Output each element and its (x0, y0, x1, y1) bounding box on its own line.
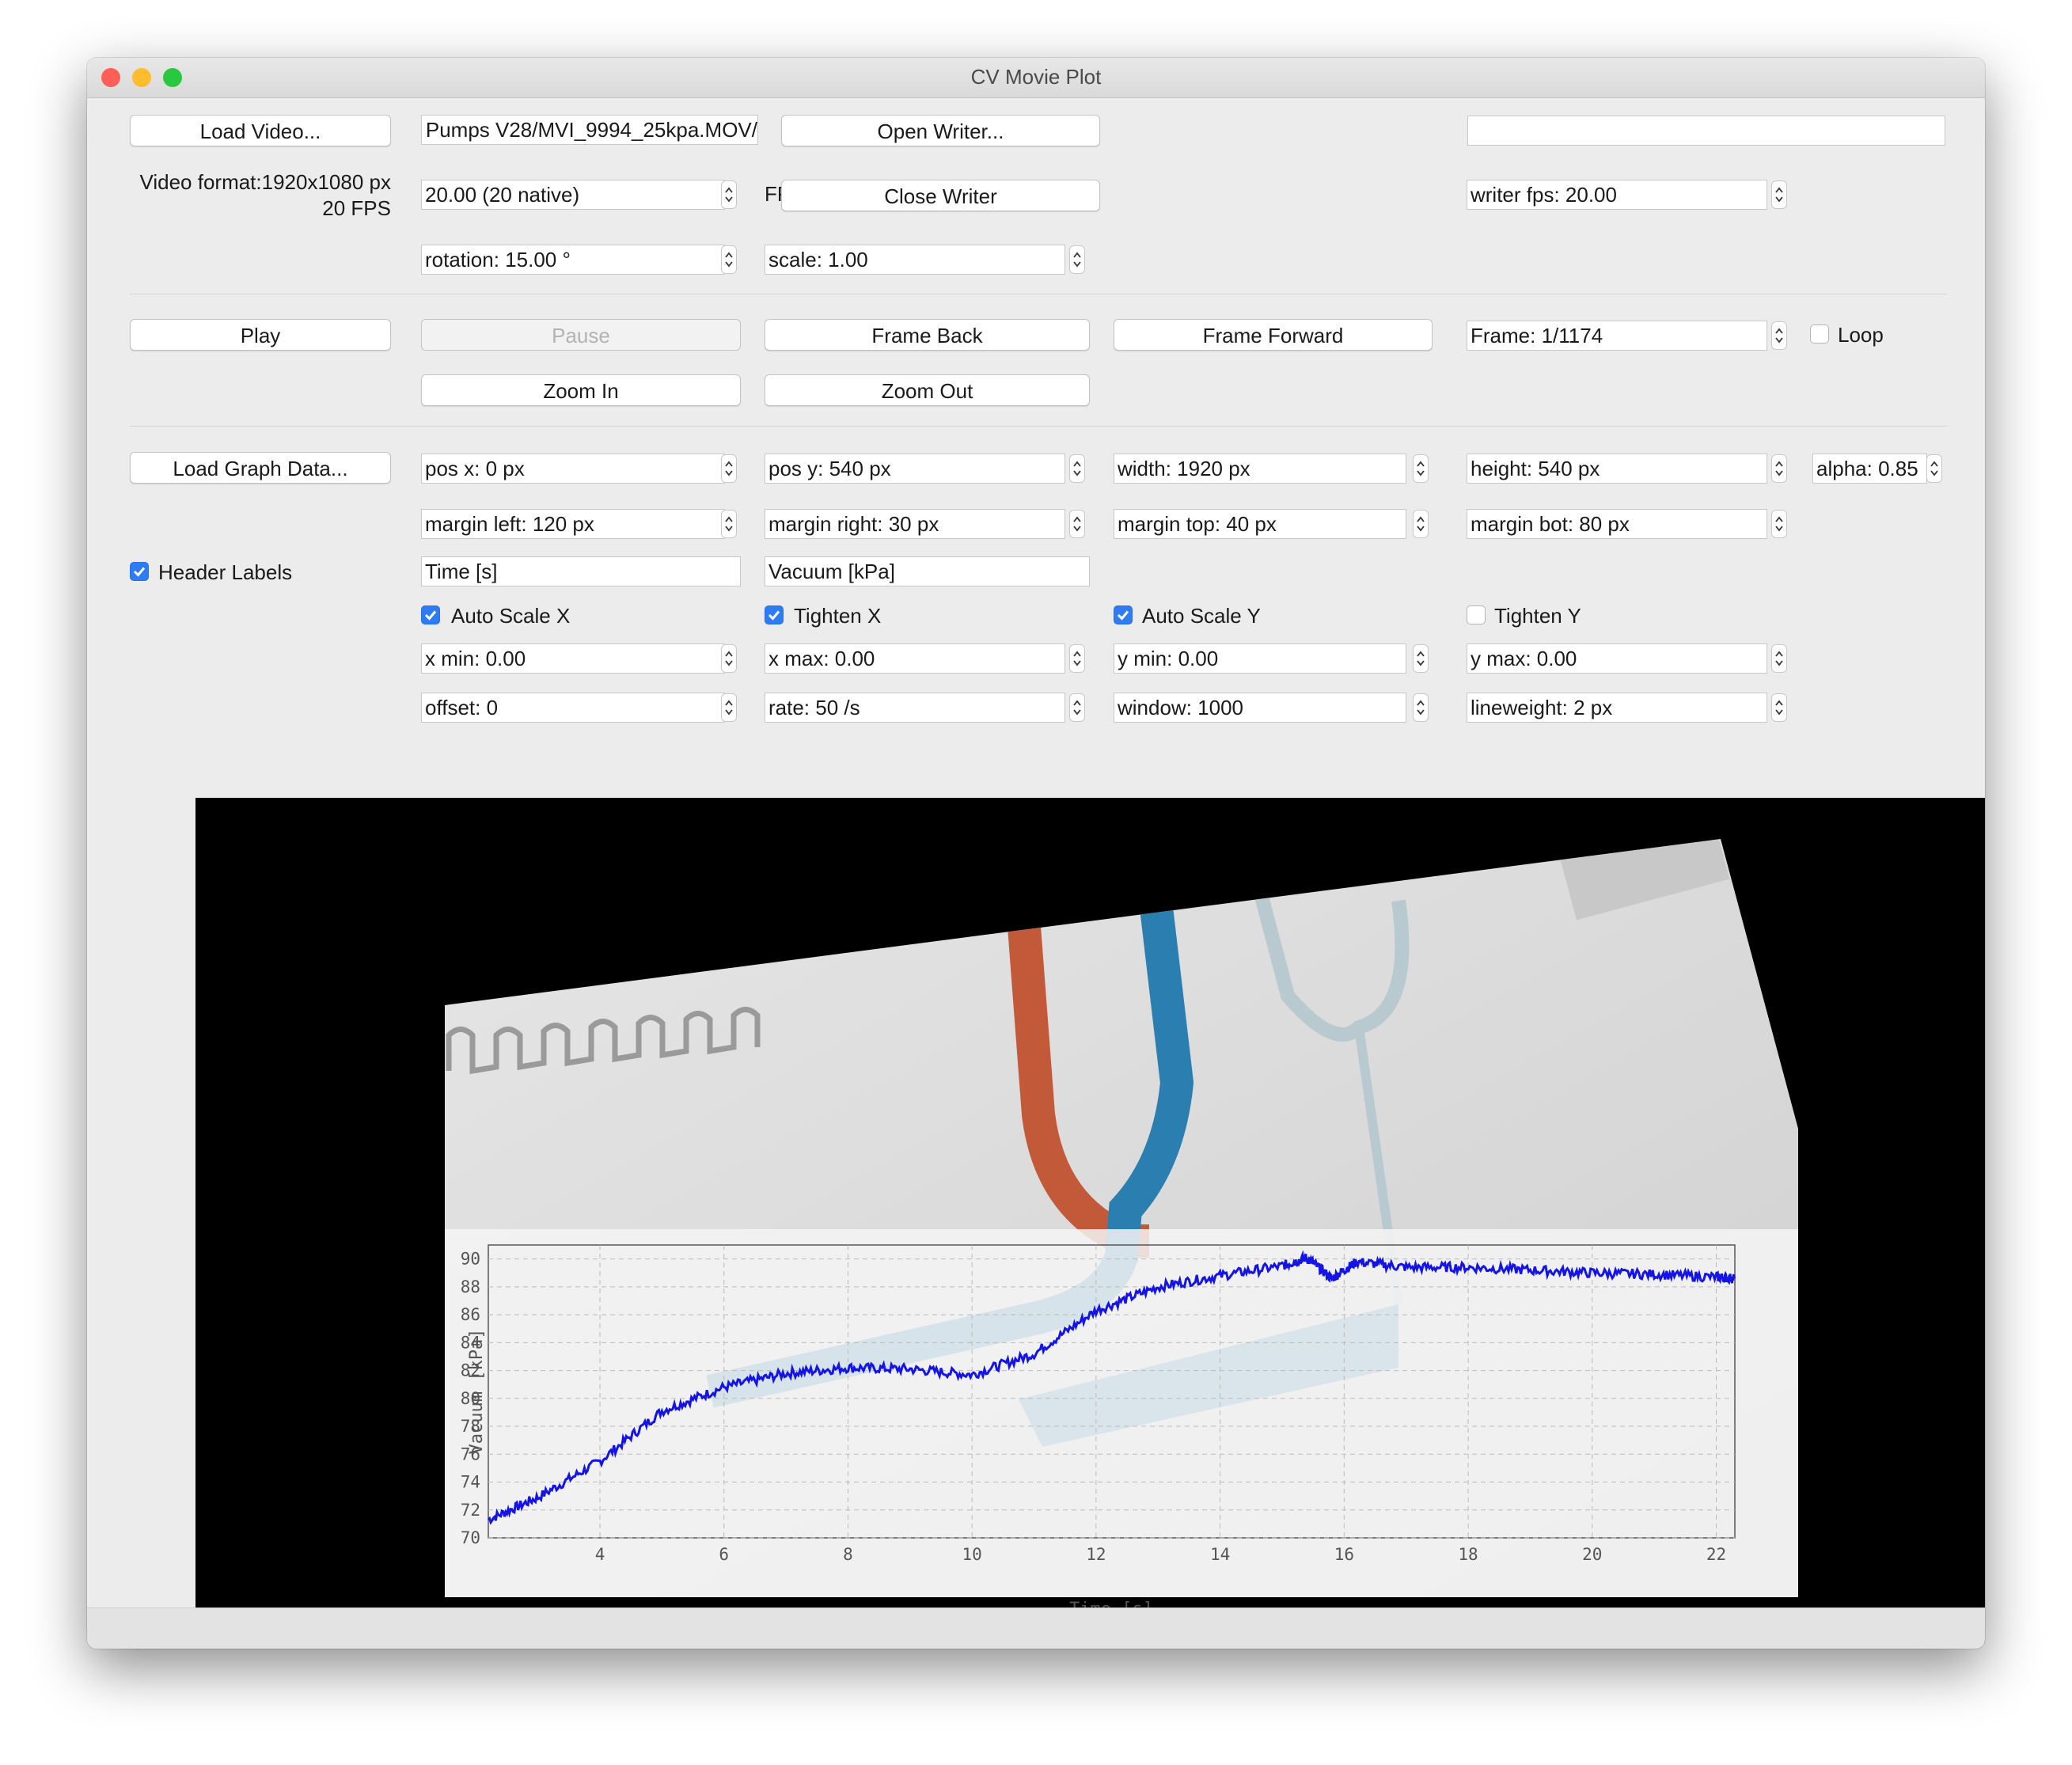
margin-right-field[interactable]: margin right: 30 px (765, 509, 1065, 539)
video-format-label: Video format:1920x1080 px (139, 170, 391, 194)
load-graph-data-button[interactable]: Load Graph Data... (130, 452, 391, 484)
pos-x-field[interactable]: pos x: 0 px (421, 454, 725, 484)
lineweight-field[interactable]: lineweight: 2 px (1467, 693, 1767, 723)
window-stepper[interactable] (1413, 693, 1429, 722)
x-tick-label: 6 (719, 1545, 729, 1564)
alpha-field[interactable]: alpha: 0.85 (1812, 454, 1927, 484)
x-tick-label: 12 (1086, 1545, 1106, 1564)
loop-checkbox[interactable] (1810, 325, 1829, 344)
header-labels-label: Header Labels (158, 560, 293, 584)
x-min-stepper[interactable] (721, 644, 737, 673)
x-tick-label: 18 (1458, 1545, 1478, 1564)
width-stepper[interactable] (1413, 454, 1429, 483)
auto-scale-x-checkbox[interactable] (421, 605, 440, 624)
offset-stepper[interactable] (721, 693, 737, 722)
writer-fps-stepper[interactable] (1771, 180, 1787, 209)
y-max-stepper[interactable] (1771, 644, 1787, 673)
y-axis-label: Vacuum [kPa] (467, 1329, 487, 1455)
close-writer-button[interactable]: Close Writer (781, 180, 1100, 211)
y-label-field[interactable]: Vacuum [kPa] (765, 556, 1090, 586)
scale-stepper[interactable] (1069, 245, 1085, 274)
height-stepper[interactable] (1771, 454, 1787, 483)
margin-bot-field[interactable]: margin bot: 80 px (1467, 509, 1767, 539)
y-tick-label: 86 (461, 1305, 480, 1324)
writer-path-field[interactable] (1467, 116, 1945, 146)
rotation-field[interactable]: rotation: 15.00 ° (421, 245, 725, 275)
x-min-field[interactable]: x min: 0.00 (421, 643, 725, 674)
x-tick-label: 14 (1210, 1545, 1230, 1564)
header-labels-checkbox[interactable] (130, 562, 149, 581)
writer-fps-field[interactable]: writer fps: 20.00 (1467, 180, 1767, 210)
status-bar (87, 1607, 1985, 1649)
y-min-stepper[interactable] (1413, 644, 1429, 673)
rate-field[interactable]: rate: 50 /s (765, 693, 1065, 723)
auto-scale-x-label: Auto Scale X (451, 604, 571, 628)
video-viewer[interactable]: 4 6 8 10 12 14 16 18 20 22 70 72 74 76 78 80 82 84 86 88 90 … (195, 798, 1985, 1643)
margin-top-stepper[interactable] (1413, 510, 1429, 538)
video-path-text: /Users/Experiments/20201116 Droplet Pump… (422, 118, 757, 142)
pos-x-stepper[interactable] (721, 454, 737, 483)
margin-bot-stepper[interactable] (1771, 510, 1787, 538)
tighten-x-label: Tighten X (794, 604, 882, 628)
y-max-field[interactable]: y max: 0.00 (1467, 643, 1767, 674)
playback-fps-select[interactable]: 20.00 (20 native) (421, 180, 725, 210)
auto-scale-y-checkbox[interactable] (1114, 605, 1133, 624)
app-window: CV Movie Plot Load Video... /Users/Exper… (87, 58, 1985, 1649)
title-bar: CV Movie Plot (87, 58, 1985, 98)
open-writer-button[interactable]: Open Writer... (781, 115, 1100, 146)
tighten-x-checkbox[interactable] (765, 605, 784, 624)
alpha-stepper[interactable] (1926, 454, 1942, 483)
play-button[interactable]: Play (130, 319, 391, 351)
lineweight-stepper[interactable] (1771, 693, 1787, 722)
x-tick-label: 20 (1582, 1545, 1602, 1564)
y-tick-label: 90 (461, 1250, 480, 1269)
rotated-video-image (445, 839, 1798, 1597)
margin-top-field[interactable]: margin top: 40 px (1114, 509, 1406, 539)
separator (130, 426, 1947, 427)
pos-y-stepper[interactable] (1069, 454, 1085, 483)
y-tick-label: 74 (461, 1473, 480, 1492)
pause-button[interactable]: Pause (421, 319, 741, 351)
load-video-button[interactable]: Load Video... (130, 115, 391, 146)
x-tick-label: 4 (595, 1545, 605, 1564)
window-field[interactable]: window: 1000 (1114, 693, 1406, 723)
y-min-field[interactable]: y min: 0.00 (1114, 643, 1406, 674)
pos-y-field[interactable]: pos y: 540 px (765, 454, 1065, 484)
video-path-field[interactable]: /Users/Experiments/20201116 Droplet Pump… (421, 115, 758, 145)
x-tick-label: 16 (1334, 1545, 1354, 1564)
frame-field[interactable]: Frame: 1/1174 (1467, 321, 1767, 351)
video-fps-label: 20 FPS (322, 196, 391, 220)
scale-field[interactable]: scale: 1.00 (765, 245, 1065, 275)
x-max-field[interactable]: x max: 0.00 (765, 643, 1065, 674)
x-tick-label: 22 (1706, 1545, 1726, 1564)
y-tick-label: 70 (461, 1528, 480, 1547)
window-title: CV Movie Plot (970, 65, 1102, 89)
width-field[interactable]: width: 1920 px (1114, 454, 1406, 484)
height-field[interactable]: height: 540 px (1467, 454, 1767, 484)
x-tick-label: 10 (962, 1545, 982, 1564)
frame-stepper[interactable] (1771, 321, 1787, 350)
frame-back-button[interactable]: Frame Back (765, 319, 1090, 351)
offset-field[interactable]: offset: 0 (421, 693, 725, 723)
rate-stepper[interactable] (1069, 693, 1085, 722)
margin-left-field[interactable]: margin left: 120 px (421, 509, 725, 539)
margin-right-stepper[interactable] (1069, 510, 1085, 538)
x-tick-label: 8 (843, 1545, 853, 1564)
margin-left-stepper[interactable] (721, 510, 737, 538)
zoom-out-button[interactable]: Zoom Out (765, 374, 1090, 406)
tighten-y-checkbox[interactable] (1467, 605, 1486, 624)
x-label-field[interactable]: Time [s] (421, 556, 741, 586)
y-tick-label: 72 (461, 1501, 480, 1520)
x-max-stepper[interactable] (1069, 644, 1085, 673)
tighten-y-label: Tighten Y (1494, 604, 1581, 628)
playback-fps-stepper[interactable] (721, 180, 737, 209)
zoom-in-button[interactable]: Zoom In (421, 374, 741, 406)
rotation-stepper[interactable] (721, 245, 737, 274)
auto-scale-y-label: Auto Scale Y (1142, 604, 1261, 628)
y-tick-label: 88 (461, 1277, 480, 1296)
video-frame: 4 6 8 10 12 14 16 18 20 227072747678808284868890 … (445, 839, 1798, 1619)
frame-forward-button[interactable]: Frame Forward (1114, 319, 1433, 351)
loop-label: Loop (1838, 323, 1884, 347)
